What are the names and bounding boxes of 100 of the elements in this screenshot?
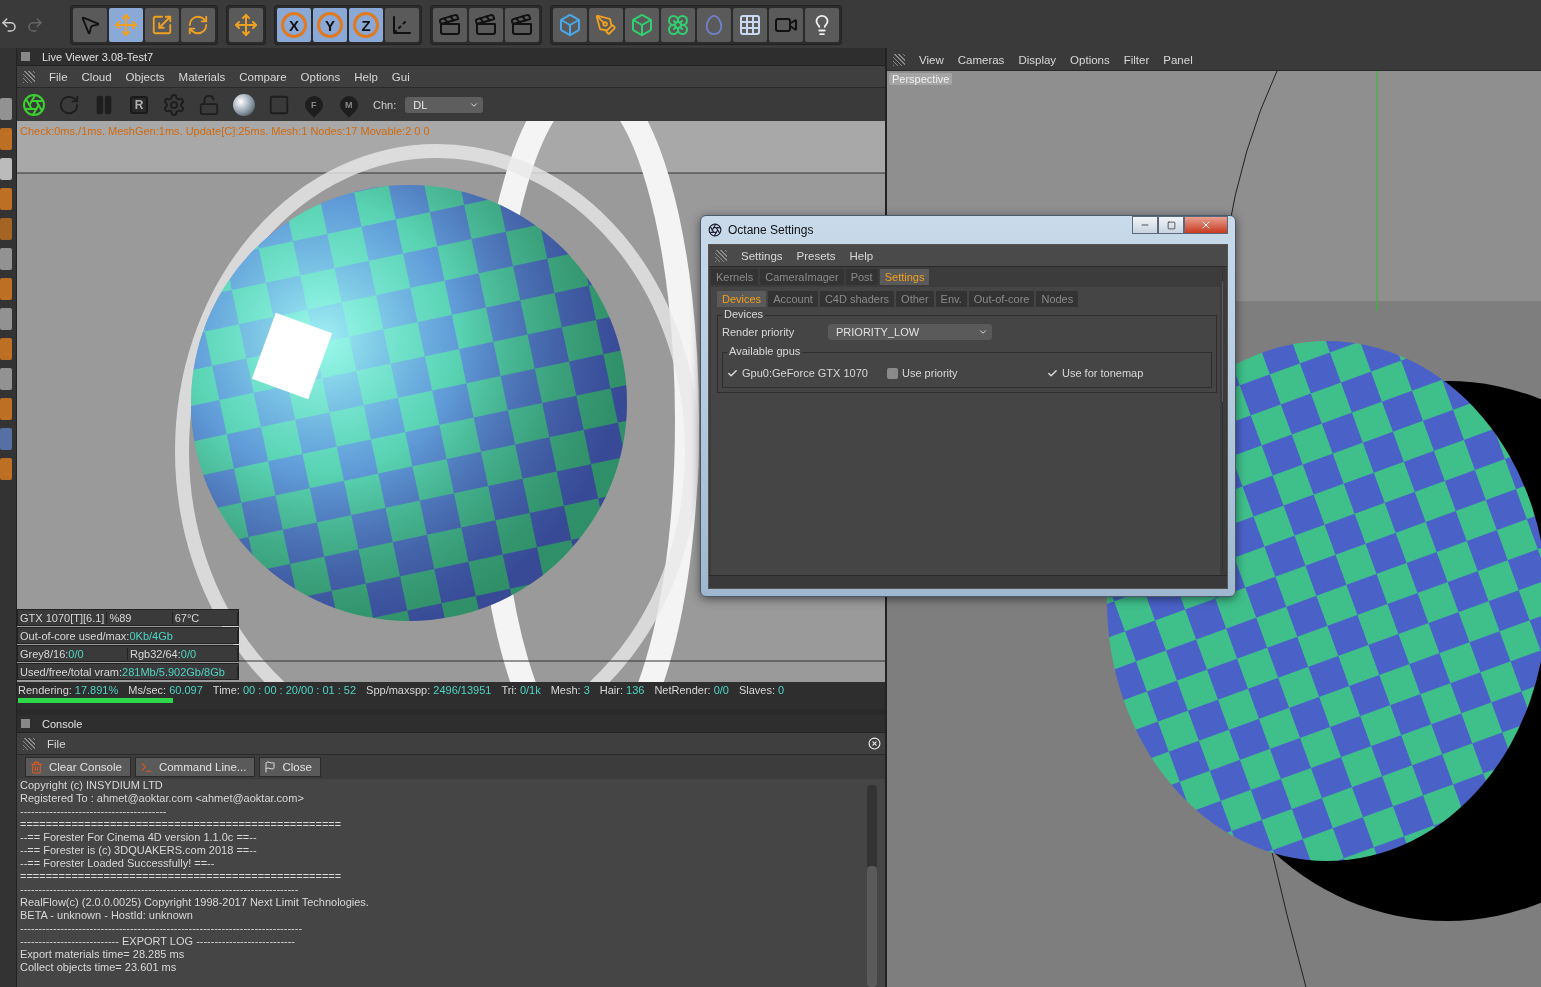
tab[interactable]: Kernels — [711, 269, 759, 285]
grip-icon — [23, 70, 35, 83]
toolbar-button[interactable] — [805, 8, 839, 42]
menu-item[interactable]: Help — [849, 249, 874, 262]
toolbar-button[interactable] — [181, 8, 215, 42]
console-line: BETA - unknown - HostId: unknown — [20, 909, 194, 922]
checkbox-option[interactable]: Use for tonemap — [1047, 367, 1207, 379]
maximize-icon — [1166, 220, 1176, 230]
menu-item[interactable]: Panel — [1163, 54, 1193, 66]
tab[interactable]: C4D shaders — [819, 291, 895, 307]
console-line: Copyright (c) INSYDIUM LTD — [20, 779, 164, 792]
console-line: --------------------------- EXPORT LOG --------------------------- — [20, 935, 297, 948]
tab[interactable]: Account — [768, 291, 818, 307]
dialog-title: Octane Settings — [728, 223, 815, 237]
menu-item[interactable]: Compare — [239, 70, 287, 83]
stat-value: 0/0 — [68, 647, 84, 660]
priority-dropdown[interactable]: PRIORITY_LOW — [828, 324, 992, 340]
toolbar-button[interactable] — [145, 8, 179, 42]
console-button[interactable]: Command Line... — [134, 757, 256, 777]
toolbar-button[interactable] — [733, 8, 767, 42]
tab[interactable]: Post — [845, 269, 878, 285]
toolbar-button[interactable] — [433, 8, 467, 42]
stat-label: Rgb32/64: — [130, 647, 181, 660]
tab[interactable]: Out-of-core — [968, 291, 1035, 307]
channel-dropdown[interactable]: DL — [405, 96, 484, 113]
group-title: Devices — [722, 308, 766, 320]
menu-item[interactable]: Display — [1018, 54, 1057, 66]
status-value: 0/0 — [713, 683, 729, 696]
grip-icon — [893, 54, 905, 66]
status-value: 0/1k — [519, 683, 541, 696]
toolbar-button[interactable] — [625, 8, 659, 42]
app-icon — [708, 223, 722, 237]
menu-item[interactable]: View — [919, 54, 944, 66]
menu-item[interactable]: File — [49, 70, 68, 83]
menu-item[interactable]: Cameras — [957, 54, 1005, 66]
scrollbar[interactable] — [867, 785, 877, 987]
maximize-button[interactable] — [1158, 216, 1184, 234]
terminal-icon — [139, 760, 153, 774]
stat-value: 0Kb/4Gb — [129, 629, 173, 642]
menu-item[interactable]: Presets — [796, 249, 836, 262]
status-label: Hair: — [599, 683, 623, 696]
console-line: --== Forester For Cinema 4D version 1.1.0c ==-- — [20, 831, 258, 844]
toolbar-button[interactable] — [385, 8, 419, 42]
console-button[interactable]: Close — [259, 757, 321, 777]
refresh-icon — [58, 93, 80, 116]
toolbar-button[interactable] — [73, 8, 107, 42]
console-line: --== Forester is (c) 3DQUAKERS.com 2018 ==-- — [20, 844, 258, 857]
menu-item[interactable]: Cloud — [81, 70, 112, 83]
checkbox-option[interactable]: Use priority — [887, 367, 1047, 379]
flower-icon — [666, 13, 690, 37]
tab[interactable]: Env. — [935, 291, 967, 307]
flag-icon — [264, 761, 277, 773]
panel-title: Live Viewer 3.08-Test7 — [42, 50, 154, 63]
pen-icon — [595, 14, 617, 36]
checkbox-option[interactable]: Gpu0:GeForce GTX 1070 — [727, 367, 887, 379]
toolbar-button[interactable] — [769, 8, 803, 42]
toolbar-button[interactable] — [589, 8, 623, 42]
checkbox[interactable] — [887, 367, 898, 379]
tab[interactable]: Other — [896, 291, 934, 307]
pointer-icon — [79, 14, 101, 36]
clapperboard-icon — [438, 13, 462, 37]
console-line: ================================================== — [20, 870, 343, 883]
toolbar-button[interactable]: X — [277, 8, 311, 42]
undo-icon[interactable] — [0, 16, 18, 34]
redo-icon[interactable] — [26, 16, 44, 34]
console-line: ---------------------------------------- — [20, 805, 168, 818]
grid-icon — [738, 13, 762, 37]
menu-item[interactable]: Objects — [125, 70, 165, 83]
console-line: ================================================== — [20, 818, 343, 831]
console-button[interactable]: Clear Console — [25, 757, 131, 777]
menu-item[interactable]: Help — [354, 70, 378, 83]
minimize-button[interactable] — [1132, 216, 1158, 234]
stat-value: 281Mb/5.902Gb/8Gb — [122, 665, 225, 678]
menu-item[interactable]: Options — [1070, 54, 1110, 66]
checkbox[interactable] — [1047, 367, 1058, 379]
tab[interactable]: CameraImager — [760, 269, 844, 285]
toolbar-button[interactable]: Z — [349, 8, 383, 42]
close-icon[interactable] — [868, 737, 881, 750]
tab[interactable]: Nodes — [1036, 291, 1079, 307]
settings-icon — [162, 92, 186, 117]
toolbar-button[interactable] — [505, 8, 539, 42]
menu-item[interactable]: Options — [300, 70, 341, 83]
toolbar-button[interactable] — [553, 8, 587, 42]
console-line: ----------------------------------------------------------------------------- — [20, 922, 304, 935]
clapperboard-icon — [510, 13, 534, 37]
r-key-icon: R — [130, 95, 148, 114]
toolbar-button[interactable]: Y — [313, 8, 347, 42]
status-value: 17.891% — [74, 683, 119, 696]
menu-item[interactable]: Filter — [1123, 54, 1150, 66]
menu-item[interactable]: Materials — [178, 70, 226, 83]
status-value: 136 — [626, 683, 645, 696]
menu-item[interactable]: Settings — [741, 249, 783, 262]
stat-label: Grey8/16: — [20, 647, 69, 660]
checkbox[interactable] — [727, 367, 738, 379]
close-button[interactable] — [1184, 216, 1228, 234]
menu-item[interactable]: File — [47, 737, 66, 750]
toolbar-button[interactable] — [469, 8, 503, 42]
menu-item[interactable]: Gui — [391, 70, 410, 83]
stat-label: %89 — [109, 611, 132, 624]
toolbar-button[interactable] — [661, 8, 695, 42]
